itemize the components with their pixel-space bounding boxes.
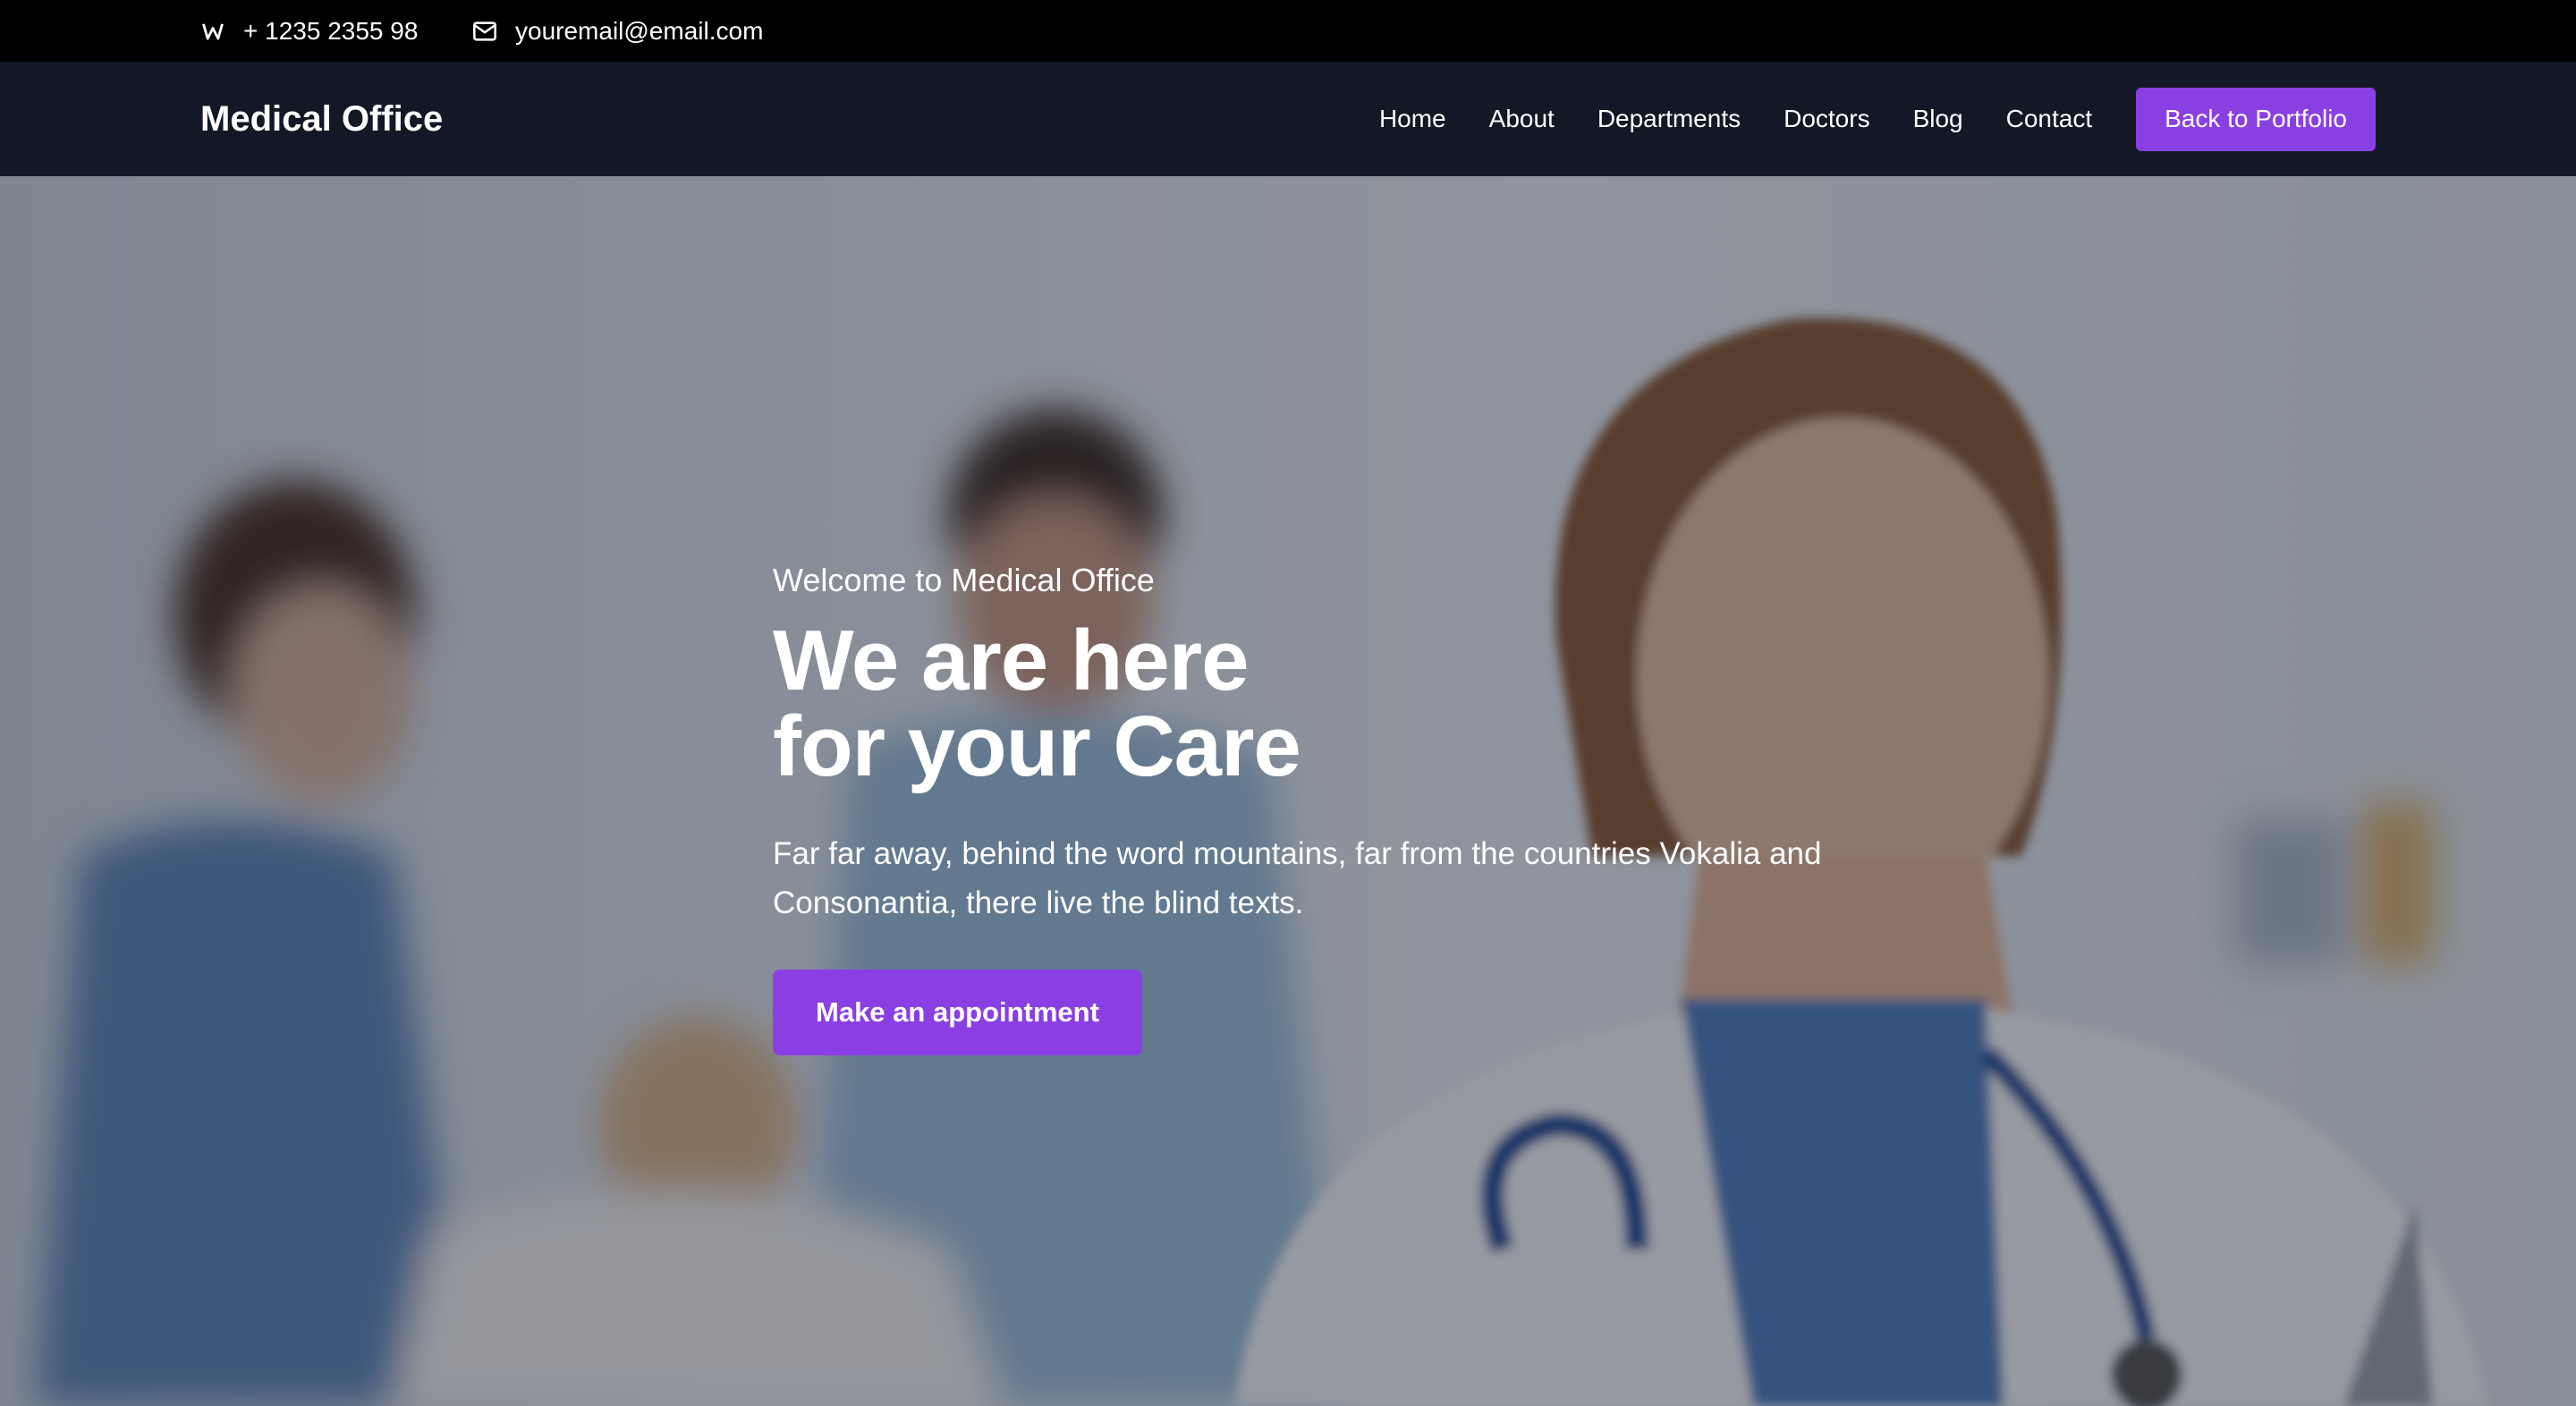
- phone-contact[interactable]: + 1235 2355 98: [200, 0, 418, 62]
- hero-eyebrow: Welcome to Medical Office: [773, 562, 1155, 598]
- hero-section: Welcome to Medical Office We are here fo…: [0, 176, 2576, 1406]
- hero-headline: We are here for your Care: [773, 618, 1846, 790]
- hero-content: Welcome to Medical Office We are here fo…: [773, 561, 1846, 1055]
- nav-link-departments[interactable]: Departments: [1597, 105, 1741, 133]
- hero-description: Far far away, behind the word mountains,…: [773, 836, 1822, 920]
- nav-link-doctors[interactable]: Doctors: [1784, 105, 1869, 133]
- hero-headline-line-1: We are here: [773, 613, 1250, 708]
- top-contact-bar: + 1235 2355 98 youremail@email.com: [0, 0, 2576, 62]
- email-contact[interactable]: youremail@email.com: [472, 0, 763, 62]
- envelope-icon: [472, 21, 497, 42]
- brand-logo[interactable]: Medical Office: [200, 62, 443, 176]
- main-navbar: Medical Office Home About Departments Do…: [0, 62, 2576, 176]
- nav-link-blog[interactable]: Blog: [1913, 105, 1963, 133]
- nav-link-contact[interactable]: Contact: [2006, 105, 2093, 133]
- phone-icon: [200, 19, 225, 44]
- email-address: youremail@email.com: [515, 16, 764, 45]
- nav-link-about[interactable]: About: [1489, 105, 1555, 133]
- nav-menu: Home About Departments Doctors Blog Cont…: [1379, 62, 2376, 176]
- hero-headline-line-2: for your Care: [773, 699, 1301, 794]
- make-appointment-button[interactable]: Make an appointment: [773, 970, 1142, 1055]
- phone-number: + 1235 2355 98: [243, 16, 419, 45]
- nav-link-home[interactable]: Home: [1379, 105, 1446, 133]
- back-to-portfolio-button[interactable]: Back to Portfolio: [2136, 87, 2376, 151]
